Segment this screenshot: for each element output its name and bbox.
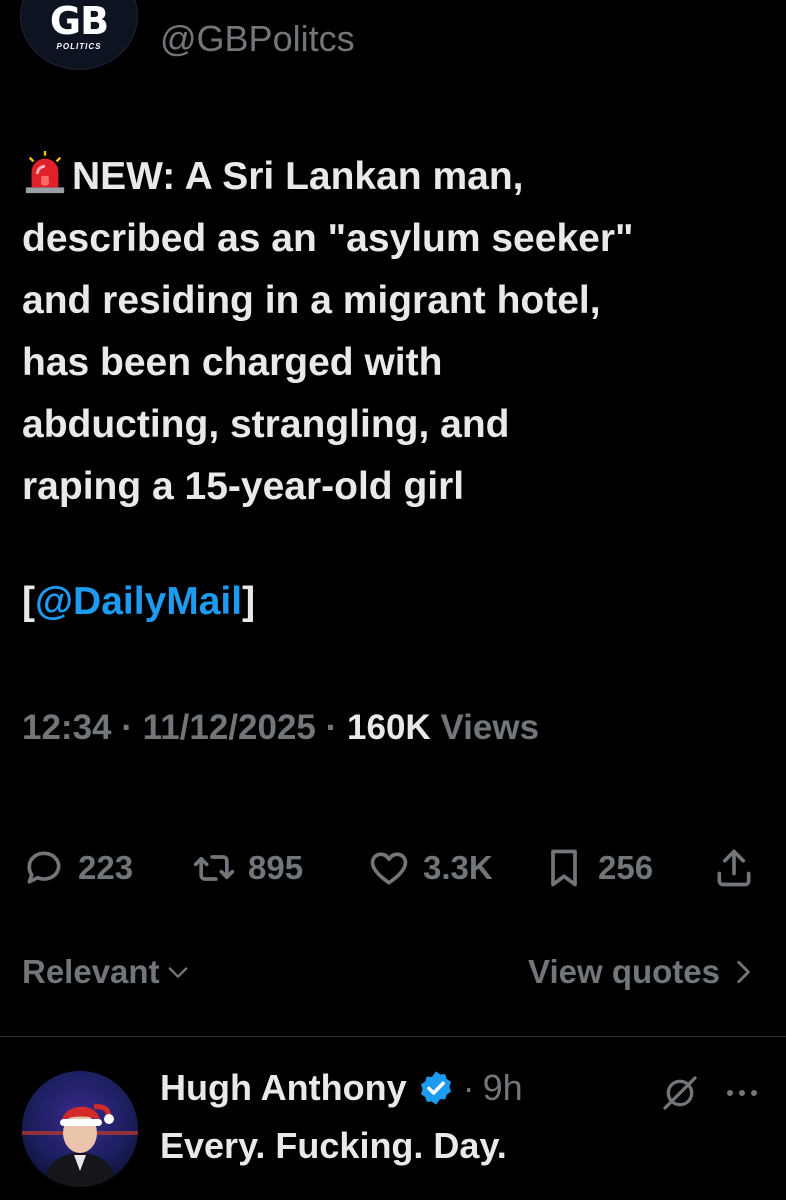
retweet-button[interactable]: 895 [192,840,303,896]
action-bar: 223 895 3.3K 256 [22,840,762,896]
source-link-text: x.com [632,14,742,16]
tweet-text: NEW: A Sri Lankan man, described as an "… [22,155,634,508]
avatar-logo-subtext: POLITICS [56,42,102,51]
reply-time[interactable]: 9h [483,1067,523,1109]
mention-close-bracket: ] [242,580,256,623]
reply-separator: · [462,1067,475,1108]
more-options-icon[interactable] [722,1081,762,1105]
view-quotes-link[interactable]: View quotes [528,953,756,991]
bookmark-count: 256 [598,849,654,886]
avatar-logo-text: GB [49,0,109,43]
views-count: 160K [347,708,431,747]
chevron-right-icon [737,960,750,984]
reply-avatar[interactable] [22,1071,138,1187]
siren-emoji-icon [25,150,65,194]
meta-separator: · [325,708,338,747]
reply-item[interactable]: Hugh Anthony · 9h Every. Fucking. Day. [0,1037,786,1200]
reply-author-row: Hugh Anthony · 9h [160,1067,523,1109]
verified-badge-icon [420,1071,451,1105]
like-count: 3.3K [423,849,493,886]
tweet-header: GB POLITICS GB Politics x.com @GBPolitcs [0,0,786,110]
tweet-date[interactable]: 11/12/2025 [143,708,316,747]
author-handle[interactable]: @GBPolitcs [160,18,355,60]
tweet-meta: 12:34 · 11/12/2025 · 160K Views [22,708,539,748]
tweet-body: NEW: A Sri Lankan man, described as an "… [22,146,767,518]
source-link[interactable]: x.com [632,14,742,17]
sort-relevant-label: Relevant [22,953,160,990]
reply-count: 223 [78,849,134,886]
reply-avatar-image [22,1071,138,1187]
grok-icon[interactable] [660,1073,700,1113]
mention-open-bracket: [ [22,580,35,623]
reply-author-name[interactable]: Hugh Anthony [160,1067,407,1109]
heart-icon [370,852,408,885]
reply-icon [27,851,61,884]
mention-link[interactable]: @DailyMail [35,580,242,623]
reply-button[interactable]: 223 [22,840,133,896]
view-quotes-label: View quotes [528,953,720,990]
tweet-source-line: [@DailyMail] [22,580,255,624]
retweet-count: 895 [248,849,304,886]
like-button[interactable]: 3.3K [367,840,493,896]
views-label: Views [440,708,540,747]
share-button[interactable] [712,840,768,896]
tweet-time[interactable]: 12:34 [22,708,112,747]
retweet-icon [193,855,235,881]
share-icon [717,849,751,887]
meta-separator: · [121,708,133,747]
bookmark-icon [551,849,577,887]
author-avatar[interactable]: GB POLITICS [20,0,138,70]
sort-relevant-dropdown[interactable]: Relevant [22,953,192,991]
replies-sort-row: Relevant View quotes [22,953,756,1001]
author-name-text: GB Politics [160,18,363,20]
chevron-down-icon [168,967,187,978]
reply-text: Every. Fucking. Day. [160,1125,507,1166]
bookmark-button[interactable]: 256 [542,840,653,896]
